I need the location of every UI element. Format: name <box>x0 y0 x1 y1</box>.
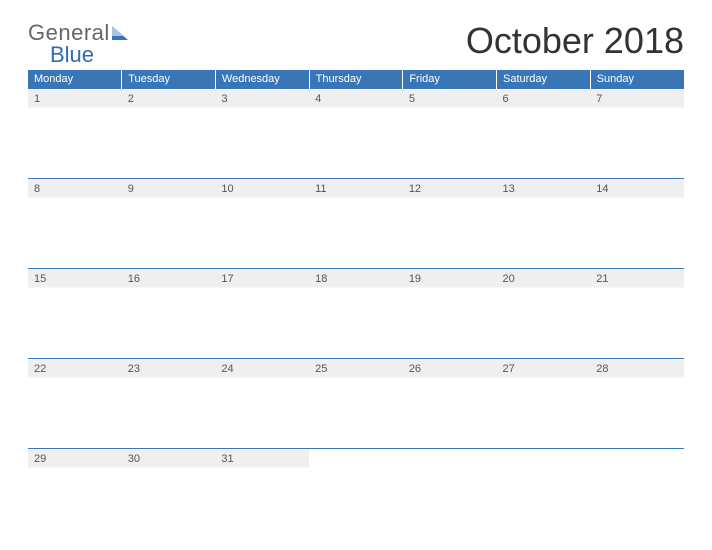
day-cell[interactable]: 24 <box>215 359 309 449</box>
day-cell[interactable]: 15 <box>28 269 122 359</box>
day-cell[interactable]: 2 <box>122 89 216 179</box>
day-cell[interactable]: 1 <box>28 89 122 179</box>
day-header: Monday <box>28 70 122 89</box>
day-cell[interactable]: 9 <box>122 179 216 269</box>
day-cell[interactable]: 6 <box>497 89 591 179</box>
day-cell-empty <box>309 449 403 539</box>
day-cell[interactable]: 29 <box>28 449 122 539</box>
logo-triangle-icon <box>112 20 128 46</box>
day-header-row: Monday Tuesday Wednesday Thursday Friday… <box>28 70 684 89</box>
day-cell[interactable]: 28 <box>590 359 684 449</box>
week-row: 22 23 24 25 26 27 28 <box>28 359 684 449</box>
day-cell[interactable]: 26 <box>403 359 497 449</box>
day-cell[interactable]: 23 <box>122 359 216 449</box>
day-cell[interactable]: 27 <box>497 359 591 449</box>
day-cell[interactable]: 16 <box>122 269 216 359</box>
page-title: October 2018 <box>466 20 684 62</box>
day-cell[interactable]: 19 <box>403 269 497 359</box>
day-cell[interactable]: 18 <box>309 269 403 359</box>
day-cell[interactable]: 21 <box>590 269 684 359</box>
day-header: Friday <box>403 70 497 89</box>
day-cell[interactable]: 10 <box>215 179 309 269</box>
logo-text-blue: Blue <box>50 42 94 68</box>
day-cell-empty <box>590 449 684 539</box>
day-header: Sunday <box>590 70 684 89</box>
day-cell-empty <box>497 449 591 539</box>
day-cell[interactable]: 14 <box>590 179 684 269</box>
day-cell[interactable]: 4 <box>309 89 403 179</box>
day-cell[interactable]: 20 <box>497 269 591 359</box>
day-cell[interactable]: 22 <box>28 359 122 449</box>
day-cell[interactable]: 11 <box>309 179 403 269</box>
header: General October 2018 <box>0 0 712 70</box>
day-cell[interactable]: 30 <box>122 449 216 539</box>
week-row: 8 9 10 11 12 13 14 <box>28 179 684 269</box>
week-row: 15 16 17 18 19 20 21 <box>28 269 684 359</box>
day-header: Wednesday <box>215 70 309 89</box>
week-row: 29 30 31 <box>28 449 684 539</box>
day-cell[interactable]: 8 <box>28 179 122 269</box>
day-cell-empty <box>403 449 497 539</box>
day-header: Tuesday <box>122 70 216 89</box>
day-cell[interactable]: 17 <box>215 269 309 359</box>
day-cell[interactable]: 7 <box>590 89 684 179</box>
week-row: 1 2 3 4 5 6 7 <box>28 89 684 179</box>
day-cell[interactable]: 13 <box>497 179 591 269</box>
day-cell[interactable]: 31 <box>215 449 309 539</box>
day-header: Thursday <box>309 70 403 89</box>
day-cell[interactable]: 12 <box>403 179 497 269</box>
day-cell[interactable]: 5 <box>403 89 497 179</box>
calendar-table: Monday Tuesday Wednesday Thursday Friday… <box>28 70 684 539</box>
day-header: Saturday <box>497 70 591 89</box>
day-cell[interactable]: 3 <box>215 89 309 179</box>
day-cell[interactable]: 25 <box>309 359 403 449</box>
